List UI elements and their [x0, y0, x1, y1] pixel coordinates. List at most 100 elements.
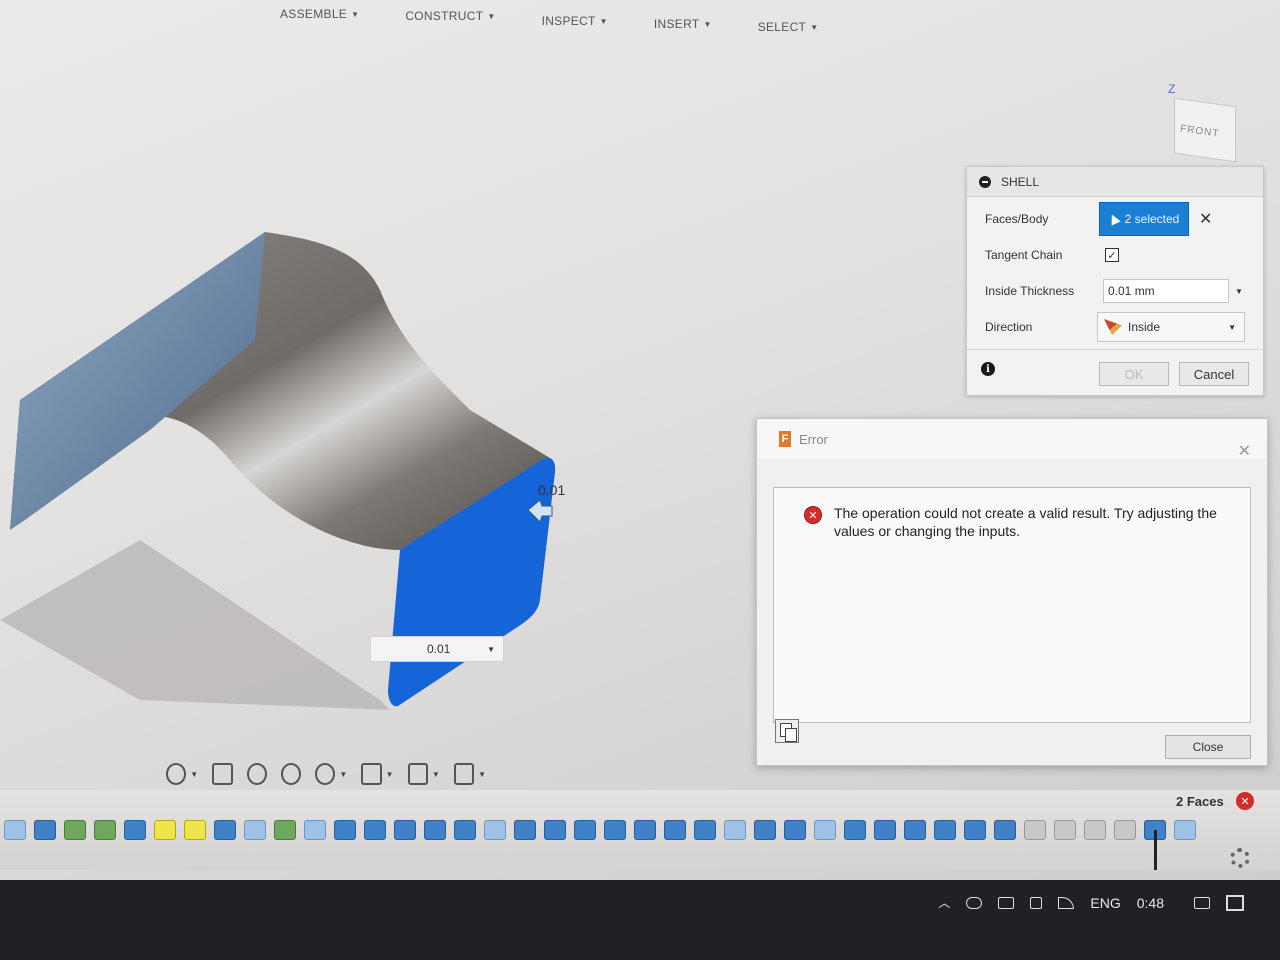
timeline-feature[interactable] — [964, 820, 986, 840]
inside-thickness-input[interactable]: 0.01 mm — [1103, 279, 1229, 303]
notifications-icon[interactable] — [1226, 894, 1244, 911]
timeline-feature[interactable] — [784, 820, 806, 840]
timeline-feature[interactable] — [1174, 820, 1196, 840]
menu-inspect-label: INSPECT — [541, 14, 596, 28]
shell-panel-header[interactable]: SHELL — [967, 167, 1263, 197]
volume-icon[interactable] — [1030, 896, 1043, 909]
caret-down-icon[interactable]: ▼ — [432, 770, 440, 779]
look-at-icon[interactable] — [212, 763, 233, 785]
cancel-button[interactable]: Cancel — [1179, 362, 1249, 386]
timeline-feature[interactable] — [484, 820, 506, 840]
timeline-feature[interactable] — [304, 820, 326, 840]
wifi-icon[interactable] — [1058, 896, 1075, 909]
display-settings-icon[interactable] — [361, 763, 382, 785]
timeline-feature[interactable] — [154, 820, 176, 840]
timeline-feature[interactable] — [364, 820, 386, 840]
timeline-feature[interactable] — [634, 820, 656, 840]
timeline-feature[interactable] — [244, 820, 266, 840]
system-tray: ︿ ENG 0:48 — [938, 894, 1244, 911]
3d-model[interactable] — [0, 220, 620, 720]
error-icon: ✕ — [804, 506, 822, 524]
timeline-feature[interactable] — [94, 820, 116, 840]
info-icon[interactable]: i — [981, 362, 995, 376]
canvas-viewport[interactable]: ASSEMBLE ▼ CONSTRUCT ▼ INSPECT ▼ INSERT ▼ SE… — [0, 0, 1280, 880]
timeline-feature[interactable] — [394, 820, 416, 840]
direction-value: Inside — [1128, 320, 1161, 334]
error-message-box: ✕ The operation could not create a valid… — [773, 487, 1251, 723]
caret-down-icon[interactable]: ▼ — [1235, 287, 1243, 296]
timeline-feature[interactable] — [334, 820, 356, 840]
menu-construct[interactable]: CONSTRUCT ▼ — [405, 0, 495, 32]
caret-down-icon[interactable]: ▼ — [339, 770, 347, 779]
view-cube[interactable]: Z FRONT X — [1160, 80, 1260, 180]
tangent-chain-checkbox[interactable]: ✓ — [1105, 248, 1119, 262]
timeline-feature[interactable] — [844, 820, 866, 840]
caret-down-icon[interactable]: ▼ — [478, 770, 486, 779]
menu-inspect[interactable]: INSPECT ▼ — [542, 10, 608, 32]
timeline-feature[interactable] — [184, 820, 206, 840]
timeline-feature[interactable] — [934, 820, 956, 840]
fit-icon[interactable] — [315, 763, 336, 785]
timeline-feature[interactable] — [604, 820, 626, 840]
close-button[interactable]: Close — [1165, 735, 1251, 759]
show-hidden-icons-icon[interactable]: ︿ — [938, 894, 950, 911]
timeline-feature[interactable] — [1024, 820, 1046, 840]
shell-panel-title: SHELL — [1001, 174, 1040, 189]
menu-select[interactable]: SELECT ▼ — [758, 20, 819, 34]
collapse-icon[interactable] — [979, 175, 991, 188]
caret-down-icon[interactable]: ▼ — [386, 770, 394, 779]
menu-insert[interactable]: INSERT ▼ — [654, 16, 712, 32]
cursor-arrow-icon — [1106, 212, 1121, 226]
selection-status: 2 Faces — [1176, 794, 1224, 809]
timeline-feature[interactable] — [814, 820, 836, 840]
viewports-icon[interactable] — [453, 763, 475, 785]
faces-body-selection-button[interactable]: 2 selected — [1099, 202, 1189, 236]
direction-dropdown[interactable]: Inside ▼ — [1097, 312, 1245, 342]
zoom-icon[interactable] — [280, 763, 302, 785]
copy-icon[interactable] — [775, 719, 799, 743]
cloud-icon[interactable] — [966, 896, 983, 909]
timeline-feature[interactable] — [274, 820, 296, 840]
error-dialog-title-bar[interactable]: F Error — [757, 419, 1267, 459]
timeline-feature[interactable] — [754, 820, 776, 840]
clear-selection-status-icon[interactable]: ✕ — [1236, 792, 1254, 810]
battery-icon[interactable] — [998, 896, 1015, 909]
clock[interactable]: 0:48 — [1137, 895, 1164, 911]
timeline-feature[interactable] — [994, 820, 1016, 840]
timeline-feature[interactable] — [64, 820, 86, 840]
pan-icon[interactable] — [246, 763, 267, 785]
timeline-feature[interactable] — [214, 820, 236, 840]
timeline-feature[interactable] — [1084, 820, 1106, 840]
error-dialog: F Error ✕ ✕ The operation could not crea… — [756, 418, 1268, 766]
timeline-feature[interactable] — [694, 820, 716, 840]
language-indicator[interactable]: ENG — [1090, 895, 1120, 911]
timeline-feature[interactable] — [124, 820, 146, 840]
timeline-feature[interactable] — [4, 820, 26, 840]
timeline-feature[interactable] — [724, 820, 746, 840]
timeline-feature[interactable] — [1054, 820, 1076, 840]
grid-icon[interactable] — [407, 763, 428, 785]
gear-icon[interactable] — [1230, 848, 1250, 868]
orbit-icon[interactable] — [166, 763, 187, 785]
timeline-feature[interactable] — [904, 820, 926, 840]
close-icon[interactable]: ✕ — [1238, 441, 1251, 461]
taskbar: ︿ ENG 0:48 — [0, 880, 1280, 960]
timeline-marker[interactable] — [1154, 830, 1157, 870]
menu-assemble[interactable]: ASSEMBLE ▼ — [280, 0, 359, 32]
caret-down-icon: ▼ — [1228, 322, 1236, 332]
timeline-feature[interactable] — [664, 820, 686, 840]
timeline-feature[interactable] — [1114, 820, 1136, 840]
timeline-feature[interactable] — [34, 820, 56, 840]
timeline-feature[interactable] — [874, 820, 896, 840]
dimension-input[interactable]: 0.01 ▼ — [370, 636, 504, 662]
ok-button[interactable]: OK — [1099, 362, 1169, 386]
caret-down-icon[interactable]: ▼ — [487, 645, 495, 654]
timeline-feature[interactable] — [424, 820, 446, 840]
timeline-feature[interactable] — [454, 820, 476, 840]
clear-selection-icon[interactable]: ✕ — [1199, 209, 1212, 229]
timeline-feature[interactable] — [574, 820, 596, 840]
timeline-feature[interactable] — [544, 820, 566, 840]
input-method-icon[interactable] — [1194, 896, 1210, 909]
caret-down-icon[interactable]: ▼ — [190, 770, 198, 779]
timeline-feature[interactable] — [514, 820, 536, 840]
